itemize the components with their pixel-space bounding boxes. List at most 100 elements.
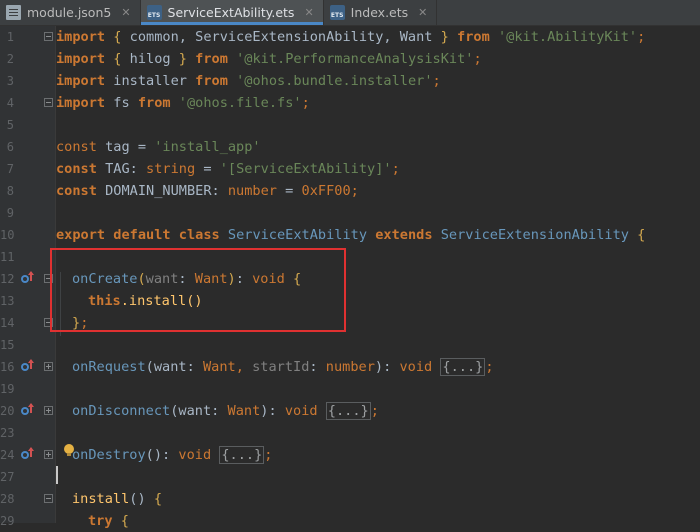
code-line: 28 install() { bbox=[0, 488, 700, 510]
code-line: 19 bbox=[0, 378, 700, 400]
parameter: startId bbox=[252, 359, 310, 375]
colon: : bbox=[268, 403, 285, 419]
line-number: 10 bbox=[0, 228, 15, 242]
override-method-icon[interactable] bbox=[21, 359, 34, 373]
method-name: onRequest bbox=[72, 359, 146, 375]
keyword: try bbox=[88, 513, 113, 529]
number-literal: 0xFF00 bbox=[301, 183, 351, 199]
tab-service-ext-ability[interactable]: ETS ServiceExtAbility.ets ✕ bbox=[140, 0, 324, 25]
code-text: onRequest(want: Want, startId: number): … bbox=[72, 356, 494, 378]
keyword: import bbox=[56, 95, 106, 111]
keyword: import bbox=[56, 29, 106, 45]
line-number: 28 bbox=[0, 492, 15, 506]
method-name: onDestroy bbox=[72, 447, 146, 463]
semicolon: ; bbox=[432, 73, 441, 89]
fold-marker[interactable] bbox=[44, 98, 53, 107]
colon: : bbox=[211, 403, 228, 419]
code-text: import { common, ServiceExtensionAbility… bbox=[56, 26, 645, 48]
identifiers: hilog bbox=[121, 51, 179, 67]
identifier: DOMAIN_NUMBER bbox=[96, 183, 212, 199]
colon: : bbox=[383, 359, 400, 375]
brace: { bbox=[120, 513, 129, 529]
code-line: 16 onRequest(want: Want, startId: number… bbox=[0, 356, 700, 378]
method-name: onDisconnect bbox=[72, 403, 171, 419]
fold-marker[interactable] bbox=[44, 494, 53, 503]
parameter: want bbox=[153, 359, 187, 375]
lightbulb-icon[interactable] bbox=[64, 444, 74, 456]
brace: { bbox=[637, 227, 646, 243]
operator: = bbox=[276, 183, 302, 199]
type-name: number bbox=[325, 359, 375, 375]
tab-module-json5[interactable]: module.json5 ✕ bbox=[0, 0, 141, 25]
parameter: want bbox=[178, 403, 212, 419]
line-number: 5 bbox=[6, 118, 14, 132]
line-number: 27 bbox=[0, 470, 15, 484]
identifier: fs bbox=[105, 95, 138, 111]
semicolon: ; bbox=[370, 403, 379, 419]
editor-tab-bar: module.json5 ✕ ETS ServiceExtAbility.ets… bbox=[0, 0, 700, 26]
code-line: 7 const TAG: string = '[ServiceExtAbilit… bbox=[0, 158, 700, 180]
fold-marker[interactable] bbox=[44, 450, 53, 459]
line-number: 12 bbox=[0, 272, 15, 286]
string-literal: '@ohos.bundle.installer' bbox=[236, 73, 433, 89]
line-number: 4 bbox=[6, 96, 14, 110]
code-text: try { bbox=[88, 510, 129, 532]
operator: = bbox=[195, 161, 220, 177]
identifier: TAG bbox=[96, 161, 130, 177]
line-number: 8 bbox=[6, 184, 14, 198]
brace: } bbox=[178, 51, 187, 67]
paren: () bbox=[129, 491, 146, 507]
close-icon[interactable]: ✕ bbox=[304, 6, 313, 19]
keyword: from bbox=[137, 95, 171, 111]
colon: : bbox=[211, 183, 228, 199]
override-method-icon[interactable] bbox=[21, 271, 34, 285]
code-text: const DOMAIN_NUMBER: number = 0xFF00; bbox=[56, 180, 359, 202]
code-line: 27 bbox=[0, 466, 700, 488]
tab-index-ets[interactable]: ETS Index.ets ✕ bbox=[324, 0, 438, 25]
code-line: 1 import { common, ServiceExtensionAbili… bbox=[0, 26, 700, 48]
folded-region[interactable]: {...} bbox=[325, 402, 371, 420]
code-editor[interactable]: 1 import { common, ServiceExtensionAbili… bbox=[0, 26, 700, 529]
code-text: import installer from '@ohos.bundle.inst… bbox=[56, 70, 441, 92]
keyword: default bbox=[113, 227, 171, 243]
colon: : bbox=[129, 161, 147, 177]
close-icon[interactable]: ✕ bbox=[121, 6, 130, 19]
folded-region[interactable]: {...} bbox=[440, 358, 486, 376]
semicolon: ; bbox=[264, 447, 273, 463]
class-name: ServiceExtAbility bbox=[227, 227, 368, 243]
code-line: 4 import fs from '@ohos.file.fs'; bbox=[0, 92, 700, 114]
line-number: 29 bbox=[0, 514, 15, 528]
override-method-icon[interactable] bbox=[21, 403, 34, 417]
text-caret bbox=[56, 466, 58, 484]
code-line: 29 try { bbox=[0, 510, 700, 532]
fold-marker[interactable] bbox=[44, 32, 53, 41]
ets-file-icon: ETS bbox=[329, 5, 345, 20]
class-name: ServiceExtensionAbility bbox=[440, 227, 629, 243]
ets-badge: ETS bbox=[330, 12, 344, 19]
code-text: import { hilog } from '@kit.PerformanceA… bbox=[56, 48, 482, 70]
code-line: 24 onDestroy(): void {...}; bbox=[0, 444, 700, 466]
line-number: 2 bbox=[6, 52, 14, 66]
folded-region[interactable]: {...} bbox=[219, 446, 265, 464]
code-text: install() { bbox=[72, 488, 162, 510]
code-text: onDestroy(): void {...}; bbox=[72, 444, 272, 466]
line-number: 15 bbox=[0, 338, 15, 352]
tab-label: Index.ets bbox=[350, 5, 409, 20]
line-number: 16 bbox=[0, 360, 15, 374]
fold-marker[interactable] bbox=[44, 362, 53, 371]
code-line: 10 export default class ServiceExtAbilit… bbox=[0, 224, 700, 246]
keyword: const bbox=[56, 161, 97, 177]
code-text: const TAG: string = '[ServiceExtAbility]… bbox=[56, 158, 400, 180]
code-line: 3 import installer from '@ohos.bundle.in… bbox=[0, 70, 700, 92]
type-name: Want bbox=[202, 359, 236, 375]
type-name: void bbox=[284, 403, 318, 419]
type-name: Want bbox=[227, 403, 261, 419]
semicolon: ; bbox=[301, 95, 310, 111]
type-name: void bbox=[399, 359, 433, 375]
fold-marker[interactable] bbox=[44, 406, 53, 415]
semicolon: ; bbox=[637, 29, 646, 45]
type-name: string bbox=[146, 161, 196, 177]
keyword: export bbox=[56, 227, 106, 243]
close-icon[interactable]: ✕ bbox=[418, 6, 427, 19]
override-method-icon[interactable] bbox=[21, 447, 34, 461]
